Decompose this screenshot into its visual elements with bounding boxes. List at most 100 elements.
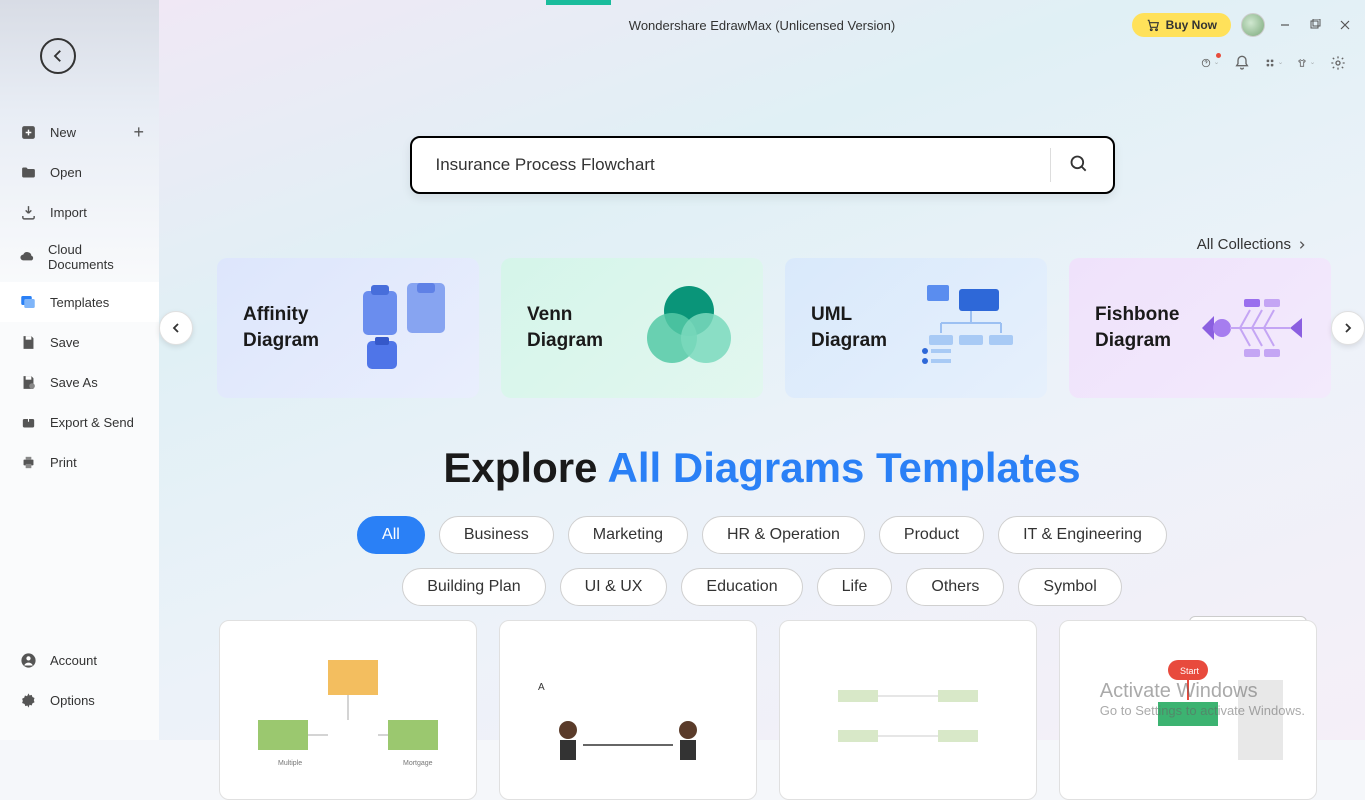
card-affinity-diagram[interactable]: Affinity Diagram bbox=[217, 258, 479, 398]
nav-bottom: Account Options bbox=[0, 640, 159, 740]
nav-label: Cloud Documents bbox=[48, 242, 141, 272]
nav-item-export[interactable]: Export & Send bbox=[0, 402, 159, 442]
chip-life[interactable]: Life bbox=[817, 568, 893, 606]
chip-hr-operation[interactable]: HR & Operation bbox=[702, 516, 865, 554]
card-title: Venn Diagram bbox=[527, 302, 622, 353]
chip-building-plan[interactable]: Building Plan bbox=[402, 568, 545, 606]
search-button[interactable] bbox=[1069, 154, 1089, 177]
headline-prefix: Explore bbox=[443, 444, 607, 491]
template-thumb-icon: MultipleMortgage bbox=[248, 650, 448, 770]
settings-icon[interactable] bbox=[1329, 54, 1347, 72]
venn-graphic-icon bbox=[642, 286, 737, 371]
titlebar: Wondershare EdrawMax (Unlicensed Version… bbox=[159, 0, 1365, 50]
tshirt-icon[interactable] bbox=[1297, 54, 1315, 72]
sidebar: New + Open Import Cloud Documents Templa… bbox=[0, 0, 159, 740]
category-carousel: Affinity Diagram Venn Diagram bbox=[159, 258, 1365, 398]
folder-icon bbox=[18, 162, 38, 182]
svg-text:Multiple: Multiple bbox=[278, 760, 302, 767]
nav-item-options[interactable]: Options bbox=[0, 680, 159, 720]
maximize-button[interactable] bbox=[1305, 15, 1325, 35]
nav-item-save-as[interactable]: Save As bbox=[0, 362, 159, 402]
chip-symbol[interactable]: Symbol bbox=[1018, 568, 1121, 606]
chip-ui-ux[interactable]: UI & UX bbox=[560, 568, 668, 606]
main-area: Wondershare EdrawMax (Unlicensed Version… bbox=[159, 0, 1365, 740]
nav-item-print[interactable]: Print bbox=[0, 442, 159, 482]
chip-business[interactable]: Business bbox=[439, 516, 554, 554]
card-title: UML Diagram bbox=[811, 302, 901, 353]
template-card[interactable]: MultipleMortgage bbox=[219, 620, 477, 800]
card-venn-diagram[interactable]: Venn Diagram bbox=[501, 258, 763, 398]
arrow-left-icon bbox=[49, 47, 67, 65]
save-icon bbox=[18, 332, 38, 352]
chip-education[interactable]: Education bbox=[681, 568, 802, 606]
print-icon bbox=[18, 452, 38, 472]
nav-label: Export & Send bbox=[50, 415, 134, 430]
minimize-button[interactable] bbox=[1275, 15, 1295, 35]
nav-item-new[interactable]: New + bbox=[0, 112, 159, 152]
template-card[interactable]: Start bbox=[1059, 620, 1317, 800]
nav-item-open[interactable]: Open bbox=[0, 152, 159, 192]
plus-icon[interactable]: + bbox=[133, 122, 144, 143]
help-icon[interactable] bbox=[1201, 54, 1219, 72]
save-as-icon bbox=[18, 372, 38, 392]
nav-item-import[interactable]: Import bbox=[0, 192, 159, 232]
search-icon bbox=[1069, 154, 1089, 174]
card-title: Affinity Diagram bbox=[243, 302, 333, 353]
card-title: Fishbone Diagram bbox=[1095, 302, 1180, 353]
svg-text:Start: Start bbox=[1180, 666, 1200, 676]
plus-square-icon bbox=[18, 122, 38, 142]
nav-label: Open bbox=[50, 165, 82, 180]
card-uml-diagram[interactable]: UML Diagram bbox=[785, 258, 1047, 398]
nav-label: Print bbox=[50, 455, 77, 470]
back-button[interactable] bbox=[40, 38, 76, 74]
card-fishbone-diagram[interactable]: Fishbone Diagram bbox=[1069, 258, 1331, 398]
chip-it-engineering[interactable]: IT & Engineering bbox=[998, 516, 1167, 554]
templates-list: MultipleMortgage A bbox=[219, 620, 1317, 800]
template-thumb-icon bbox=[808, 650, 1008, 770]
chip-marketing[interactable]: Marketing bbox=[568, 516, 688, 554]
chip-all[interactable]: All bbox=[357, 516, 425, 554]
nav-item-templates[interactable]: Templates bbox=[0, 282, 159, 322]
all-collections-label: All Collections bbox=[1197, 236, 1291, 253]
nav-label: Save As bbox=[50, 375, 98, 390]
all-collections-link[interactable]: All Collections bbox=[1197, 236, 1307, 253]
svg-text:A: A bbox=[538, 682, 545, 693]
templates-icon bbox=[18, 292, 38, 312]
nav-label: Templates bbox=[50, 295, 109, 310]
gear-icon bbox=[18, 690, 38, 710]
nav-item-account[interactable]: Account bbox=[0, 640, 159, 680]
uml-graphic-icon bbox=[921, 283, 1021, 373]
divider bbox=[1050, 148, 1051, 182]
avatar[interactable] bbox=[1241, 13, 1265, 37]
cart-icon bbox=[1146, 18, 1160, 32]
template-card[interactable]: A bbox=[499, 620, 757, 800]
page-headline: Explore All Diagrams Templates bbox=[443, 444, 1080, 492]
search-bar bbox=[410, 136, 1115, 194]
buy-label: Buy Now bbox=[1166, 18, 1217, 32]
import-icon bbox=[18, 202, 38, 222]
template-card[interactable] bbox=[779, 620, 1037, 800]
chip-others[interactable]: Others bbox=[906, 568, 1004, 606]
account-icon bbox=[18, 650, 38, 670]
nav-label: Account bbox=[50, 653, 97, 668]
template-thumb-icon: A bbox=[528, 650, 728, 770]
buy-now-button[interactable]: Buy Now bbox=[1132, 13, 1231, 37]
carousel-next-button[interactable] bbox=[1331, 311, 1365, 345]
nav-list: New + Open Import Cloud Documents Templa… bbox=[0, 112, 159, 482]
carousel-prev-button[interactable] bbox=[159, 311, 193, 345]
affinity-graphic-icon bbox=[353, 283, 453, 373]
nav-item-save[interactable]: Save bbox=[0, 322, 159, 362]
content: All Collections Affinity Diagram Venn Di… bbox=[159, 76, 1365, 740]
close-button[interactable] bbox=[1335, 15, 1355, 35]
export-icon bbox=[18, 412, 38, 432]
search-input[interactable] bbox=[436, 155, 1032, 175]
secondary-toolbar bbox=[159, 50, 1365, 76]
chip-product[interactable]: Product bbox=[879, 516, 984, 554]
bell-icon[interactable] bbox=[1233, 54, 1251, 72]
nav-label: Save bbox=[50, 335, 80, 350]
apps-icon[interactable] bbox=[1265, 54, 1283, 72]
fishbone-graphic-icon bbox=[1200, 293, 1305, 363]
nav-label: New bbox=[50, 125, 76, 140]
nav-label: Import bbox=[50, 205, 87, 220]
nav-item-cloud[interactable]: Cloud Documents bbox=[0, 232, 159, 282]
